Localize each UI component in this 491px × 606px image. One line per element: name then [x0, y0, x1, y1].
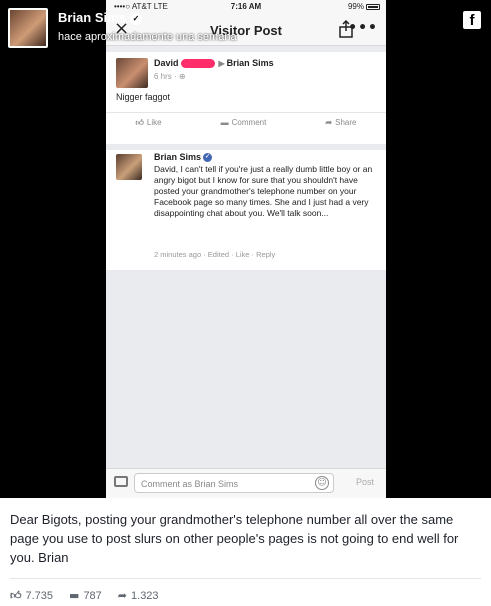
share-arrow-icon: ➦ [325, 118, 333, 127]
like-label: Like [146, 118, 162, 127]
likes-value: 7.735 [25, 589, 54, 602]
comment-label: Comment [231, 118, 267, 127]
comment-placeholder: Comment as Brian Sims [141, 479, 239, 489]
comments-count[interactable]: ▬ 787 [69, 589, 102, 602]
post-actions: 👍︎ Like ▬ Comment ➦ Share [106, 118, 386, 136]
comment-input[interactable]: Comment as Brian Sims ☺ [134, 473, 334, 493]
comment-body: David, I can't tell if you're just a rea… [154, 164, 373, 218]
avatar[interactable] [8, 8, 48, 48]
likes-count[interactable]: 👍︎ 7.735 [10, 589, 53, 602]
verified-badge-icon: ✓ [129, 12, 142, 25]
comments-value: 787 [83, 589, 102, 602]
reply-comment: Brian Sims ✓ David, I can't tell if you'r… [106, 150, 386, 270]
divider [106, 112, 386, 113]
comment-author-name: Brian Sims [154, 152, 202, 162]
post-timestamp[interactable]: hace aproximadamente una semana [58, 31, 237, 43]
comment-author[interactable]: Brian Sims ✓ [154, 152, 213, 163]
engagement-stats: 👍︎ 7.735 ▬ 787 ➦ 1.323 [10, 589, 175, 602]
divider [10, 578, 481, 579]
redaction-scribble [180, 59, 215, 69]
ios-status-bar: ••••○ AT&T LTE 7:16 AM 99% [106, 0, 386, 14]
more-icon[interactable]: ••• [348, 20, 378, 36]
avatar[interactable] [116, 58, 148, 88]
post-names: David ▶ Brian Sims [154, 58, 274, 69]
camera-icon[interactable] [114, 476, 128, 487]
thumbs-up-icon: 👍︎ [10, 589, 22, 602]
video-player[interactable]: ••••○ AT&T LTE 7:16 AM 99% × Visitor Pos… [0, 0, 491, 498]
post-recipient[interactable]: Brian Sims [227, 58, 274, 68]
comment-icon: ▬ [220, 118, 229, 127]
facebook-logo-icon[interactable]: f [463, 11, 481, 29]
avatar[interactable] [116, 154, 142, 180]
post-text: Nigger faggot [116, 92, 171, 102]
verified-badge-icon: ✓ [203, 153, 213, 163]
comment-icon: ▬ [69, 589, 80, 602]
post-button[interactable]: Post [356, 477, 374, 487]
page-author-name: Brian Sims [58, 10, 126, 25]
comment-meta: 2 minutes ago · Edited · Like · Reply [154, 250, 276, 259]
comment-composer: Comment as Brian Sims ☺ Post [106, 468, 386, 498]
smiley-icon[interactable]: ☺ [315, 476, 329, 490]
phone-screenshot: ••••○ AT&T LTE 7:16 AM 99% × Visitor Pos… [106, 0, 386, 498]
post-meta: 6 hrs · ⊕ [154, 72, 186, 81]
arrow-right-icon: ▶ [218, 59, 225, 68]
battery-label: 99% [347, 2, 364, 11]
comment-button[interactable]: ▬ Comment [221, 118, 267, 136]
post-author[interactable]: David [154, 58, 179, 68]
battery-icon [366, 4, 380, 10]
shares-count[interactable]: ➦ 1.323 [118, 589, 159, 602]
post-caption: Dear Bigots, posting your grandmother's … [10, 512, 459, 565]
visitor-post-card: David ▶ Brian Sims 6 hrs · ⊕ Nigger faggot… [106, 52, 386, 144]
thumbs-up-icon: 👍︎ [135, 118, 144, 127]
share-arrow-icon: ➦ [117, 589, 128, 602]
shares-value: 1.323 [131, 589, 159, 602]
like-button[interactable]: 👍︎ Like [136, 118, 162, 136]
share-button[interactable]: ➦ Share [325, 118, 356, 136]
page-author[interactable]: Brian Sims ✓ [58, 10, 142, 25]
share-label: Share [335, 118, 357, 127]
clock-label: 7:16 AM [230, 2, 262, 11]
